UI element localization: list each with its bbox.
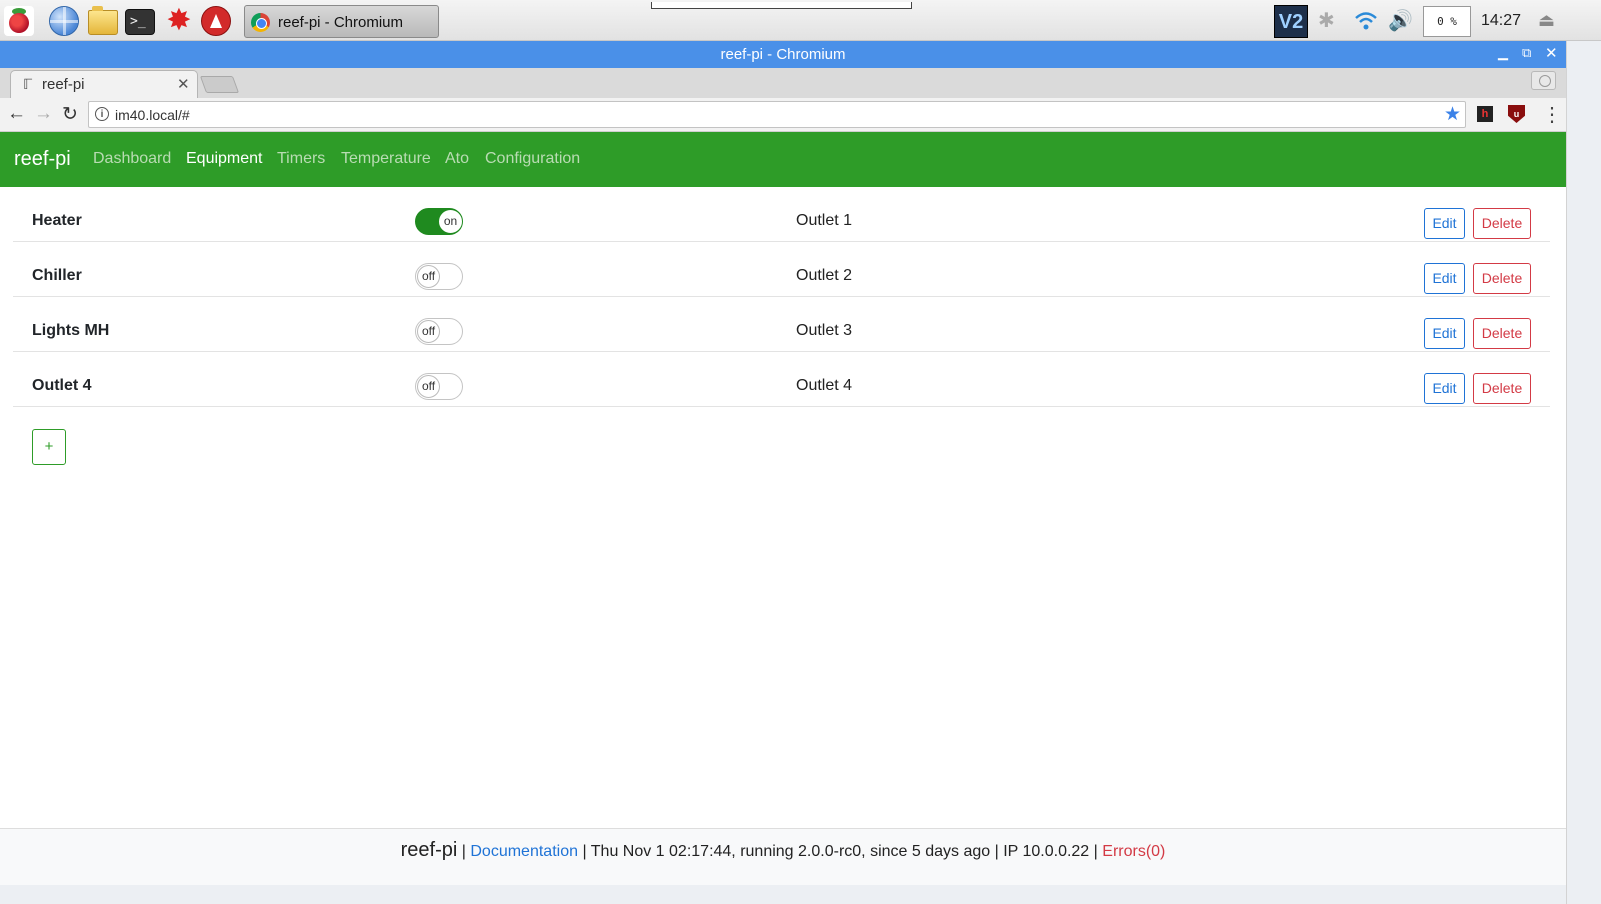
nav-temperature[interactable]: Temperature [341,150,431,168]
forward-arrow-icon[interactable]: → [34,103,53,125]
back-arrow-icon[interactable]: ← [7,103,26,125]
nav-timers[interactable]: Timers [277,150,325,168]
footer-time: Thu Nov 1 02:17:44, [590,843,736,860]
edit-button[interactable]: Edit [1424,208,1465,239]
url-text[interactable]: im40.local/# [115,107,190,123]
address-bar[interactable]: i im40.local/# ★ [88,101,1466,128]
footer-separator: | [582,843,587,860]
app-brand[interactable]: reef-pi [14,148,71,171]
window-title: reef-pi - Chromium [720,46,846,63]
footer-ip: IP 10.0.0.22 [1003,843,1090,860]
documentation-link[interactable]: Documentation [470,843,578,860]
equipment-outlet: Outlet 4 [796,377,853,394]
close-window-icon[interactable]: ✕ [1545,44,1558,62]
browser-menu-icon[interactable]: ⋮ [1542,102,1562,127]
raspberry-menu-icon[interactable] [4,6,34,36]
reload-icon[interactable]: ↻ [62,103,78,126]
equipment-row: Lights MH off Outlet 3 Edit Delete [13,297,1550,352]
vnc-icon[interactable]: V2 [1274,5,1308,38]
web-browser-icon[interactable] [49,6,79,36]
desktop-edge [1566,41,1601,904]
ublock-icon[interactable]: u [1508,105,1525,123]
nav-equipment[interactable]: Equipment [186,150,263,168]
equipment-outlet: Outlet 2 [796,267,853,284]
maximize-icon[interactable]: ⧉ [1522,45,1531,61]
toggle-state-label: off [417,320,440,343]
terminal-icon[interactable]: >_ [125,9,155,35]
cpu-monitor: 0 % [1423,6,1471,37]
equipment-row: Outlet 4 off Outlet 4 Edit Delete [13,352,1550,407]
window-titlebar: reef-pi - Chromium ▁ ⧉ ✕ [0,41,1566,68]
window-bottom-edge [0,885,1566,904]
bluetooth-icon[interactable]: ✱ [1318,8,1335,33]
app-footer: reef-pi | Documentation | Thu Nov 1 02:1… [0,828,1566,885]
delete-button[interactable]: Delete [1473,263,1531,294]
edit-button[interactable]: Edit [1424,373,1465,404]
wifi-icon[interactable] [1353,8,1379,34]
equipment-name: Heater [32,212,82,229]
toggle-state-label: on [439,210,462,233]
equipment-toggle[interactable]: off [415,373,463,400]
equipment-name: Lights MH [32,322,110,339]
tab-close-icon[interactable]: ✕ [177,75,190,93]
footer-uptime: since 5 days ago [870,843,991,860]
edit-button[interactable]: Edit [1424,318,1465,349]
equipment-toggle[interactable]: on [415,208,463,235]
site-info-icon[interactable]: i [95,107,109,121]
os-taskbar: >_ ✸ reef-pi - Chromium V2 ✱ 🔊 0 % 14:27… [0,0,1601,41]
browser-tab[interactable]: ℾ reef-pi ✕ [10,70,198,98]
taskbar-window-label: reef-pi - Chromium [278,14,404,31]
footer-separator: | [994,843,999,860]
tab-title: reef-pi [42,76,85,93]
delete-button[interactable]: Delete [1473,208,1531,239]
bookmark-star-icon[interactable]: ★ [1444,103,1461,126]
equipment-toggle[interactable]: off [415,263,463,290]
edit-button[interactable]: Edit [1424,263,1465,294]
add-equipment-button[interactable]: + [32,429,66,465]
equipment-toggle[interactable]: off [415,318,463,345]
toggle-state-label: off [417,265,440,288]
extension-icon[interactable]: h [1477,106,1493,122]
equipment-name: Chiller [32,267,82,284]
minimize-icon[interactable]: ▁ [1498,45,1508,61]
delete-button[interactable]: Delete [1473,373,1531,404]
nav-ato[interactable]: Ato [445,150,469,168]
volume-icon[interactable]: 🔊 [1388,8,1413,33]
delete-button[interactable]: Delete [1473,318,1531,349]
footer-brand: reef-pi [400,839,458,861]
footer-separator: | [461,843,466,860]
profile-icon[interactable] [1531,71,1556,90]
nav-dashboard[interactable]: Dashboard [93,150,171,168]
equipment-outlet: Outlet 1 [796,212,853,229]
reef-pi-favicon-icon: ℾ [23,76,33,92]
chromium-icon [251,13,270,32]
taskbar-input-field[interactable] [651,2,912,9]
wolfram-icon[interactable] [201,6,231,36]
errors-link[interactable]: Errors(0) [1102,843,1165,860]
footer-version: running 2.0.0-rc0, [740,843,866,860]
tab-strip: ℾ reef-pi ✕ [0,68,1566,98]
browser-toolbar: ← → ↻ i im40.local/# ★ h u ⋮ [0,98,1566,132]
equipment-outlet: Outlet 3 [796,322,853,339]
equipment-row: Chiller off Outlet 2 Edit Delete [13,242,1550,297]
equipment-row: Heater on Outlet 1 Edit Delete [13,187,1550,242]
clock: 14:27 [1481,12,1522,29]
file-manager-icon[interactable] [88,6,118,35]
nav-configuration[interactable]: Configuration [485,150,580,168]
toggle-state-label: off [417,375,440,398]
equipment-name: Outlet 4 [32,377,92,394]
mathematica-icon[interactable]: ✸ [163,5,195,37]
eject-icon[interactable]: ⏏ [1538,10,1555,31]
footer-separator: | [1093,843,1098,860]
new-tab-button[interactable] [199,76,240,93]
taskbar-chromium-window[interactable]: reef-pi - Chromium [244,5,439,38]
app-navbar: reef-pi Dashboard Equipment Timers Tempe… [0,132,1566,187]
